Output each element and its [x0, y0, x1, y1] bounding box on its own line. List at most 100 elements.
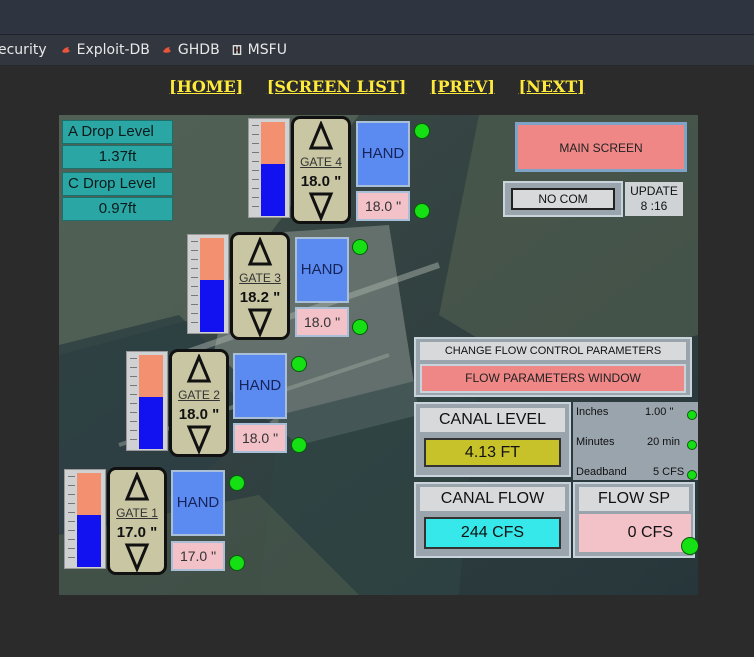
gate-1-hand-button[interactable]: HAND	[171, 470, 225, 536]
flow-sp-label: FLOW SP	[579, 487, 689, 511]
gate-4-value: 18.0 "	[300, 173, 342, 190]
tank-tick	[252, 179, 259, 180]
tank-tick	[252, 143, 259, 144]
tank-tick	[191, 268, 198, 269]
main-screen-button[interactable]: MAIN SCREEN	[515, 122, 687, 172]
gate-3-up-arrow-icon[interactable]	[247, 237, 273, 267]
tank-tick	[191, 313, 198, 314]
gate-2-name: GATE 2	[178, 388, 220, 402]
gate-4-setpoint: 18.0 "	[356, 191, 410, 221]
update-time: 8 :16	[640, 199, 668, 213]
bookmark-label: ecurity	[0, 42, 47, 58]
browser-toolbar	[0, 0, 754, 35]
param-minutes-indicator	[687, 440, 697, 450]
tank-tick	[191, 304, 198, 305]
canal-level-panel: CANAL LEVEL 4.13 FT	[414, 402, 571, 477]
c-drop-level-label: C Drop Level	[62, 172, 173, 196]
bookmark-msfu[interactable]: MSFU	[232, 42, 287, 58]
bookmark-security[interactable]: ecurity	[0, 42, 47, 58]
canal-flow-label: CANAL FLOW	[420, 487, 565, 511]
tank-tick	[68, 539, 75, 540]
tank-tick	[68, 521, 75, 522]
tank-tick	[68, 557, 75, 558]
gate-1-down-arrow-icon[interactable]	[124, 542, 150, 572]
flow-sp-value[interactable]: 0 CFS	[579, 514, 691, 552]
param-inches-value: 1.00 "	[645, 406, 674, 418]
flame-icon	[162, 47, 171, 53]
param-minutes-value: 20 min	[647, 436, 681, 448]
nav-screen-list-link[interactable]: [SCREEN LIST]	[267, 77, 407, 96]
tank-lower-fill	[200, 280, 224, 332]
tank-tick	[191, 250, 198, 251]
gate-2-status-top-indicator	[291, 356, 307, 372]
gate-3-hand-button[interactable]: HAND	[295, 237, 349, 303]
canal-flow-value: 244 CFS	[424, 517, 561, 549]
no-com-status: NO COM	[511, 188, 615, 210]
tank-tick	[252, 206, 259, 207]
gate-2-up-arrow-icon[interactable]	[186, 354, 212, 384]
tank-tick	[130, 403, 137, 404]
a-drop-level-value: 1.37ft	[62, 145, 173, 169]
param-deadband-name: Deadband	[576, 466, 627, 478]
tank-upper-fill	[200, 238, 224, 280]
tank-tick	[68, 548, 75, 549]
tank-tick	[191, 241, 198, 242]
flow-sp-indicator	[681, 537, 698, 555]
gate-1-value: 17.0 "	[116, 524, 158, 541]
tank-tick	[130, 376, 137, 377]
gate-4-name: GATE 4	[300, 155, 342, 169]
gate-4-down-arrow-icon[interactable]	[308, 191, 334, 221]
gate-4-level-tank	[248, 118, 290, 218]
gate-3-level-tank	[187, 234, 229, 334]
bookmarks-bar: ecurity Exploit-DB GHDB MSFU	[0, 35, 754, 66]
bookmark-ghdb[interactable]: GHDB	[162, 42, 220, 58]
gate-2-setpoint: 18.0 "	[233, 423, 287, 453]
gate-4-control: GATE 4 18.0 "	[291, 116, 351, 224]
tank-tick	[252, 170, 259, 171]
tank-tick	[68, 476, 75, 477]
gate-4-hand-button[interactable]: HAND	[356, 121, 410, 187]
msfu-icon	[232, 45, 241, 55]
nav-prev-link[interactable]: [PREV]	[430, 77, 495, 96]
canal-flow-panel: CANAL FLOW 244 CFS	[414, 482, 571, 558]
tank-tick	[68, 485, 75, 486]
tank-tick	[191, 322, 198, 323]
tank-tick	[252, 161, 259, 162]
gate-1-setpoint: 17.0 "	[171, 541, 225, 571]
param-deadband-indicator	[687, 470, 697, 480]
gate-1-up-arrow-icon[interactable]	[124, 472, 150, 502]
gate-2-down-arrow-icon[interactable]	[186, 424, 212, 454]
scada-nav: [HOME] [SCREEN LIST] [PREV] [NEXT]	[0, 77, 754, 96]
tank-tick	[130, 421, 137, 422]
gate-2-level-tank	[126, 351, 168, 451]
gate-3-down-arrow-icon[interactable]	[247, 307, 273, 337]
tank-tick	[68, 512, 75, 513]
flow-params-panel: CHANGE FLOW CONTROL PARAMETERS FLOW PARA…	[414, 337, 692, 397]
param-inches-indicator	[687, 410, 697, 420]
params-panel: Inches 1.00 " Minutes 20 min Deadband 5 …	[573, 402, 698, 480]
param-minutes-name: Minutes	[576, 436, 615, 448]
tank-tick	[130, 394, 137, 395]
tank-tick	[252, 197, 259, 198]
bookmark-label: GHDB	[177, 42, 220, 58]
nav-next-link[interactable]: [NEXT]	[519, 77, 585, 96]
gate-2-hand-button[interactable]: HAND	[233, 353, 287, 419]
tank-tick	[130, 430, 137, 431]
tank-tick	[130, 367, 137, 368]
tank-tick	[68, 530, 75, 531]
tank-upper-fill	[139, 355, 163, 397]
gate-4-up-arrow-icon[interactable]	[308, 121, 334, 151]
comm-status-panel: NO COM	[503, 181, 623, 217]
gate-1-level-tank	[64, 469, 106, 569]
gate-3-status-top-indicator	[352, 239, 368, 255]
tank-tick	[130, 412, 137, 413]
tank-tick	[130, 385, 137, 386]
param-deadband-value: 5 CFS	[653, 466, 685, 478]
flow-parameters-window-button[interactable]: FLOW PARAMETERS WINDOW	[420, 364, 686, 393]
gate-4-status-top-indicator	[414, 123, 430, 139]
gate-4-status-bottom-indicator	[414, 203, 430, 219]
tank-tick	[252, 152, 259, 153]
bookmark-exploit-db[interactable]: Exploit-DB	[61, 42, 150, 58]
tank-tick	[191, 286, 198, 287]
nav-home-link[interactable]: [HOME]	[169, 77, 243, 96]
